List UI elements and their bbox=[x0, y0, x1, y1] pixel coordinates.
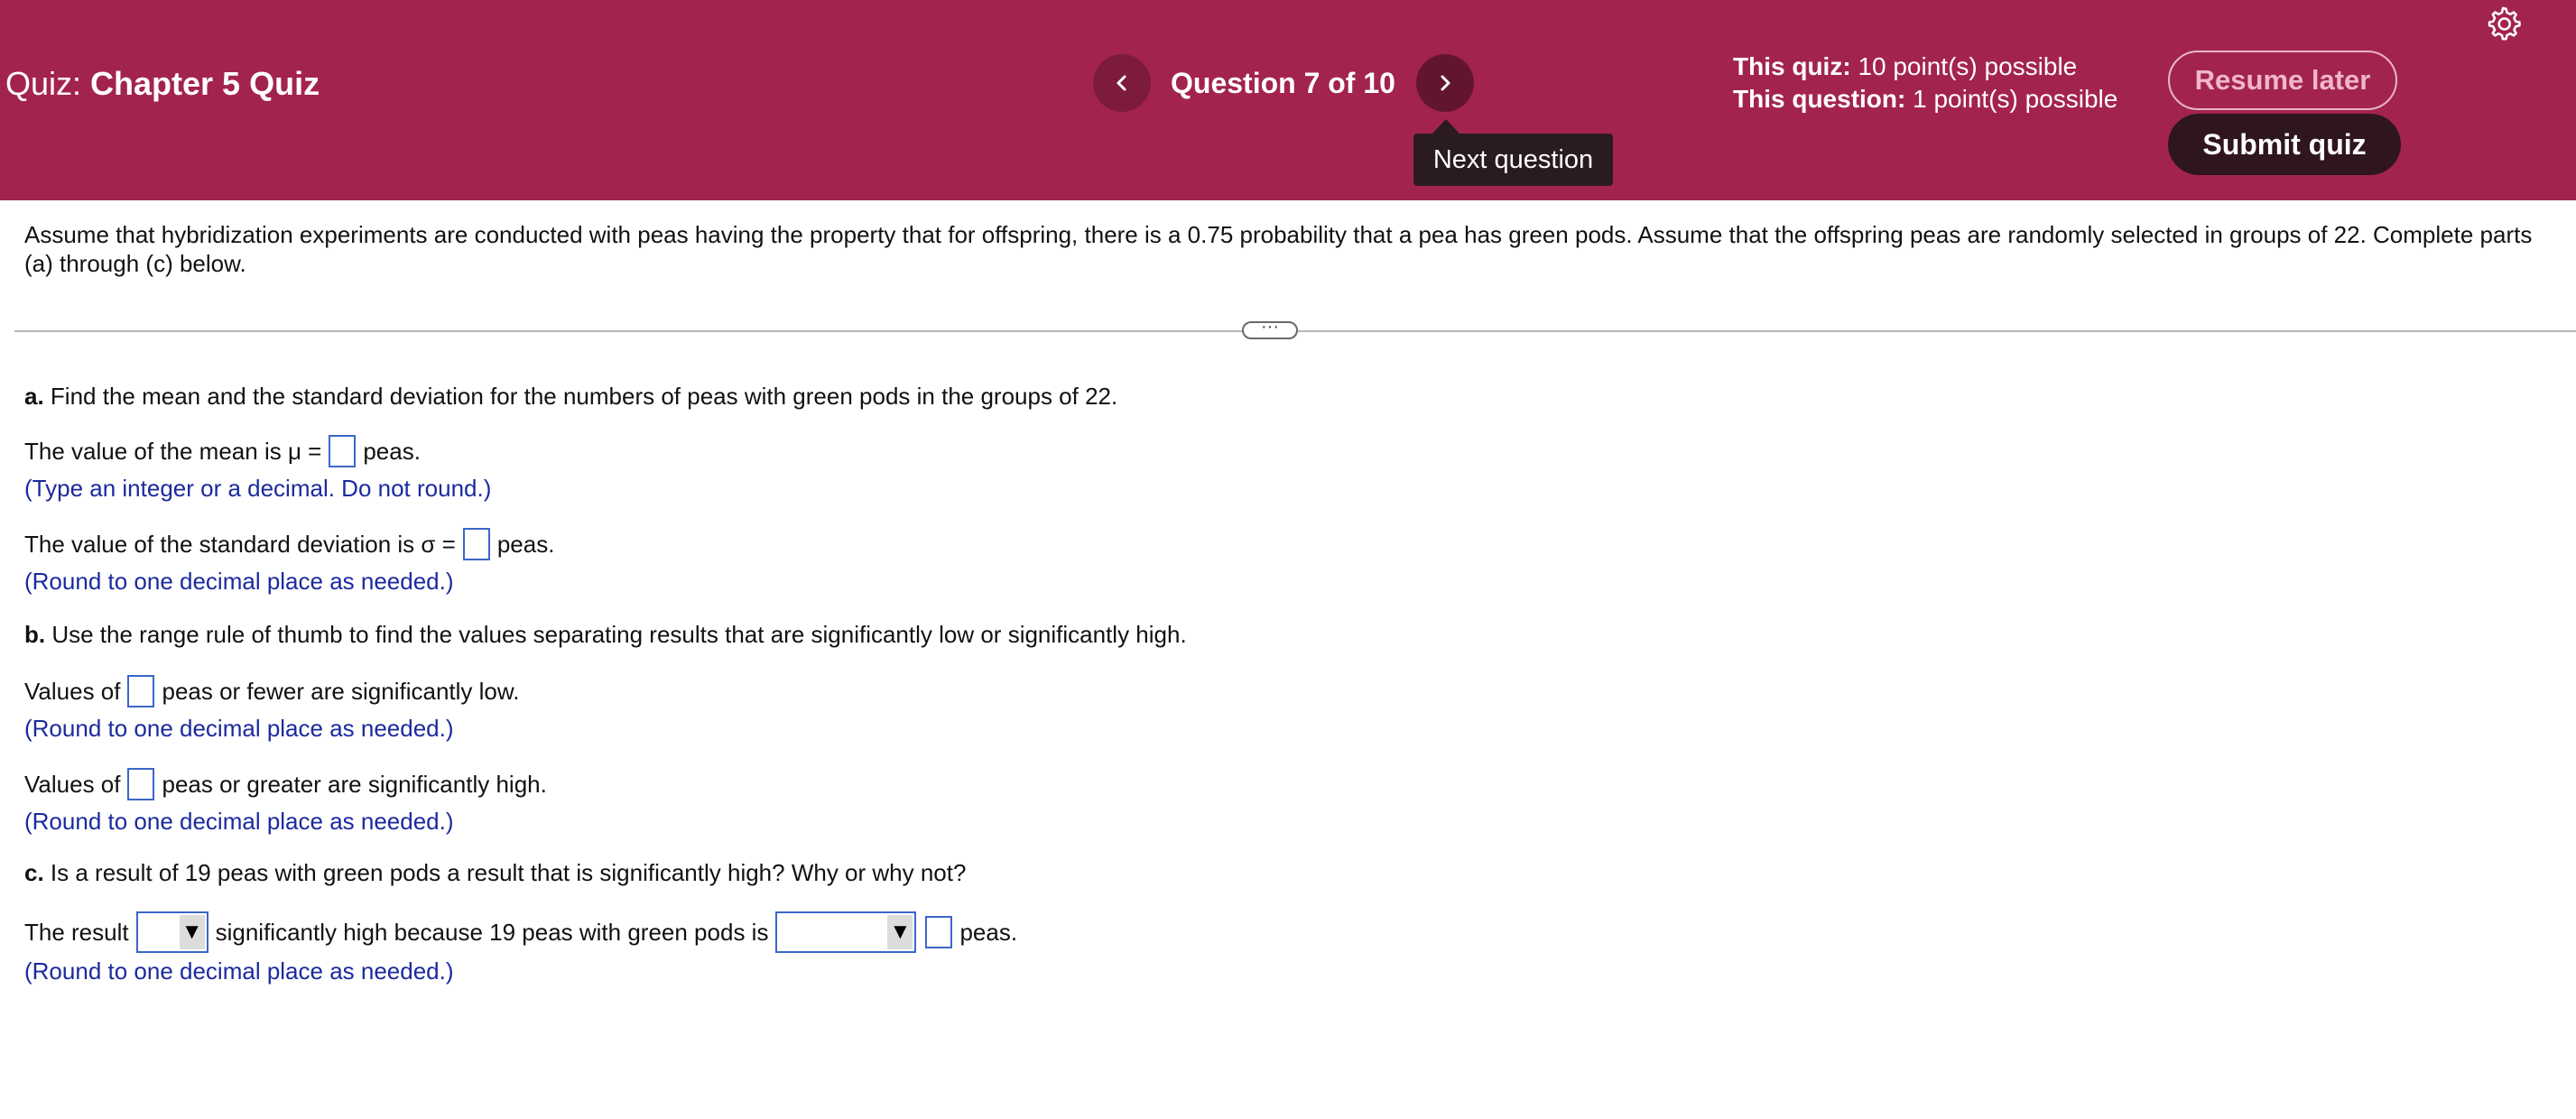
quiz-label: Quiz: bbox=[5, 65, 82, 102]
previous-question-button[interactable] bbox=[1093, 54, 1151, 112]
expand-toggle-button[interactable]: ··· bbox=[1242, 318, 1298, 339]
resume-later-button[interactable]: Resume later bbox=[2168, 51, 2397, 110]
quiz-points-value: 10 point(s) possible bbox=[1858, 52, 2078, 80]
low-row: Values of peas or fewer are significantl… bbox=[24, 675, 519, 707]
submit-quiz-button[interactable]: Submit quiz bbox=[2168, 114, 2401, 175]
question-stem: Assume that hybridization experiments ar… bbox=[24, 221, 2533, 277]
high-input[interactable] bbox=[127, 768, 155, 800]
part-b-label: b. bbox=[24, 621, 46, 648]
quiz-name: Chapter 5 Quiz bbox=[90, 65, 320, 102]
question-points: This question: 1 point(s) possible bbox=[1733, 85, 2117, 114]
part-c-label: c. bbox=[24, 859, 44, 886]
high-hint: (Round to one decimal place as needed.) bbox=[24, 808, 454, 835]
mean-suffix: peas. bbox=[363, 437, 421, 465]
sd-row: The value of the standard deviation is σ… bbox=[24, 528, 554, 560]
quiz-title: Quiz: Chapter 5 Quiz bbox=[5, 65, 320, 103]
quiz-points-label: This quiz: bbox=[1733, 52, 1851, 80]
part-a-prompt: a. Find the mean and the standard deviat… bbox=[24, 383, 1117, 411]
high-suffix: peas or greater are significantly high. bbox=[162, 770, 547, 798]
mean-prefix: The value of the mean is μ = bbox=[24, 437, 322, 465]
threshold-input[interactable] bbox=[925, 916, 953, 948]
part-c-text: Is a result of 19 peas with green pods a… bbox=[50, 859, 967, 886]
sd-input[interactable] bbox=[462, 528, 490, 560]
result-row: The result ▼ significantly high because … bbox=[24, 911, 1017, 953]
next-question-button[interactable] bbox=[1416, 54, 1474, 112]
part-b-text: Use the range rule of thumb to find the … bbox=[51, 621, 1187, 648]
comparison-dropdown[interactable]: ▼ bbox=[775, 911, 917, 953]
sd-prefix: The value of the standard deviation is σ… bbox=[24, 530, 456, 558]
low-prefix: Values of bbox=[24, 677, 121, 705]
dropdown-arrow-icon: ▼ bbox=[179, 915, 205, 949]
mean-input[interactable] bbox=[329, 435, 357, 467]
quiz-points: This quiz: 10 point(s) possible bbox=[1733, 52, 2077, 81]
part-a-label: a. bbox=[24, 383, 44, 410]
part-a-text: Find the mean and the standard deviation… bbox=[50, 383, 1118, 410]
quiz-header: Quiz: Chapter 5 Quiz Question 7 of 10 Nex… bbox=[0, 0, 2576, 200]
high-row: Values of peas or greater are significan… bbox=[24, 768, 547, 800]
part-c-prompt: c. Is a result of 19 peas with green pod… bbox=[24, 859, 966, 887]
sd-hint: (Round to one decimal place as needed.) bbox=[24, 568, 454, 595]
next-question-tooltip: Next question bbox=[1413, 134, 1613, 186]
mean-hint: (Type an integer or a decimal. Do not ro… bbox=[24, 475, 492, 502]
result-prefix: The result bbox=[24, 918, 129, 946]
high-prefix: Values of bbox=[24, 770, 121, 798]
result-middle: significantly high because 19 peas with … bbox=[215, 918, 769, 946]
low-input[interactable] bbox=[127, 675, 155, 707]
low-suffix: peas or fewer are significantly low. bbox=[162, 677, 520, 705]
tooltip-arrow bbox=[1432, 119, 1460, 134]
low-hint: (Round to one decimal place as needed.) bbox=[24, 715, 454, 742]
result-hint: (Round to one decimal place as needed.) bbox=[24, 957, 454, 985]
mean-row: The value of the mean is μ = peas. bbox=[24, 435, 421, 467]
question-points-label: This question: bbox=[1733, 85, 1906, 113]
chevron-right-icon bbox=[1432, 69, 1459, 97]
question-counter: Question 7 of 10 bbox=[1171, 67, 1395, 99]
part-b-prompt: b. Use the range rule of thumb to find t… bbox=[24, 621, 1187, 649]
question-points-value: 1 point(s) possible bbox=[1913, 85, 2118, 113]
gear-icon[interactable] bbox=[2484, 4, 2522, 42]
sd-suffix: peas. bbox=[496, 530, 555, 558]
chevron-left-icon bbox=[1108, 69, 1135, 97]
result-suffix: peas. bbox=[959, 918, 1018, 946]
dropdown-arrow-icon: ▼ bbox=[887, 915, 913, 949]
is-isnot-dropdown[interactable]: ▼ bbox=[135, 911, 208, 953]
